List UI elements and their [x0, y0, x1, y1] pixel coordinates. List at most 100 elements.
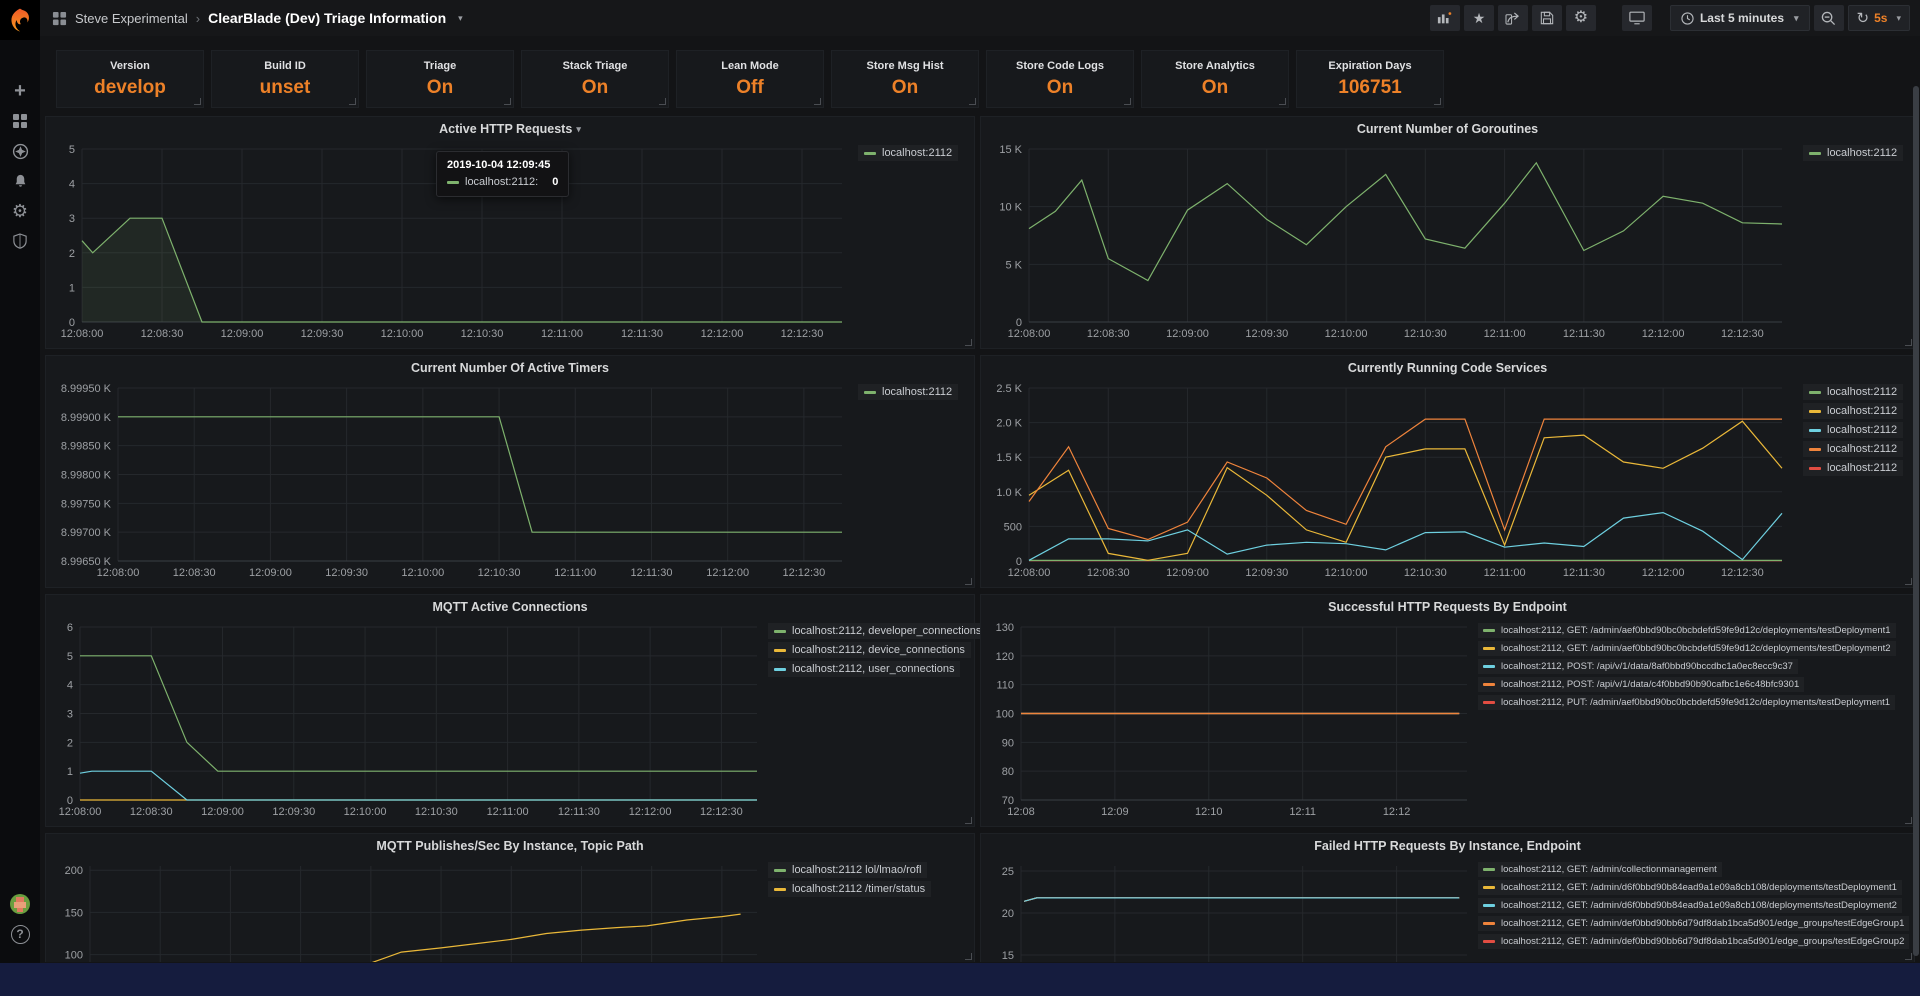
stat-value: Off	[677, 77, 823, 99]
legend-item[interactable]: localhost:2112	[1803, 384, 1903, 400]
chart-legend: localhost:2112	[858, 141, 968, 346]
panel-title[interactable]: MQTT Active Connections	[46, 595, 974, 619]
alerting-bell-icon[interactable]	[0, 166, 40, 196]
svg-text:12:12:30: 12:12:30	[781, 328, 824, 340]
time-range-picker[interactable]: Last 5 minutes ▾	[1670, 5, 1810, 31]
chart-goroutines[interactable]: 12:08:0012:08:3012:09:0012:09:3012:10:00…	[987, 141, 1792, 346]
save-button[interactable]	[1532, 5, 1562, 31]
panel-menu-caret-icon[interactable]: ▾	[576, 124, 581, 135]
legend-item[interactable]: localhost:2112, GET: /admin/def0bbd90bb6…	[1478, 934, 1909, 949]
legend-item[interactable]: localhost:2112	[1803, 422, 1903, 438]
chart-successful-http[interactable]: 12:0812:0912:1012:1112:12708090100110120…	[987, 619, 1477, 824]
legend-item[interactable]: localhost:2112	[1803, 403, 1903, 419]
svg-text:0: 0	[1016, 317, 1022, 329]
legend-item[interactable]: localhost:2112, GET: /admin/aef0bbd90bc0…	[1478, 623, 1896, 638]
panel-title[interactable]: Active HTTP Requests▾	[46, 117, 974, 141]
svg-text:110: 110	[996, 680, 1014, 692]
refresh-picker[interactable]: ↻ 5s ▾	[1848, 5, 1910, 31]
svg-text:25: 25	[1002, 866, 1014, 878]
add-panel-button[interactable]	[1430, 5, 1460, 31]
panel-title[interactable]: Current Number Of Active Timers	[46, 356, 974, 380]
zoom-out-button[interactable]	[1814, 5, 1844, 31]
refresh-caret-icon: ▾	[1896, 13, 1901, 24]
refresh-interval-label: 5s	[1874, 11, 1887, 25]
legend-item[interactable]: localhost:2112, user_connections	[768, 661, 960, 677]
legend-item[interactable]: localhost:2112, POST: /api/v/1/data/8af0…	[1478, 659, 1798, 674]
legend-item[interactable]: localhost:2112	[1803, 145, 1903, 161]
chart-failed-http[interactable]: 152025	[987, 858, 1477, 962]
stat-panel-build-id[interactable]: Build IDunset	[211, 50, 359, 108]
legend-item[interactable]: localhost:2112, PUT: /admin/aef0bbd90bc0…	[1478, 695, 1895, 710]
stat-panel-expiration-days[interactable]: Expiration Days106751	[1296, 50, 1444, 108]
series-name: localhost:2112, user_connections	[792, 663, 954, 675]
stat-panel-lean-mode[interactable]: Lean ModeOff	[676, 50, 824, 108]
legend-item[interactable]: localhost:2112, POST: /api/v/1/data/c4f0…	[1478, 677, 1804, 692]
svg-text:0: 0	[1016, 556, 1022, 568]
legend-item[interactable]: localhost:2112 /timer/status	[768, 881, 931, 897]
series-color-dash	[774, 888, 786, 891]
stat-label: Version	[57, 60, 203, 72]
stat-panel-store-analytics[interactable]: Store AnalyticsOn	[1141, 50, 1289, 108]
svg-text:12:12:00: 12:12:00	[1642, 567, 1685, 579]
svg-text:12:11:30: 12:11:30	[558, 806, 600, 818]
series-color-dash	[774, 630, 786, 633]
title-caret-icon[interactable]: ▾	[458, 13, 463, 24]
settings-gear-button[interactable]: ⚙	[1566, 5, 1596, 31]
legend-item[interactable]: localhost:2112	[858, 145, 958, 161]
chart-active-timers[interactable]: 12:08:0012:08:3012:09:0012:09:3012:10:00…	[52, 380, 852, 585]
server-admin-shield-icon[interactable]	[0, 226, 40, 256]
stat-value: On	[832, 77, 978, 99]
vertical-scrollbar[interactable]	[1913, 86, 1919, 956]
legend-item[interactable]: localhost:2112, device_connections	[768, 642, 971, 658]
share-button[interactable]	[1498, 5, 1528, 31]
stat-panel-version[interactable]: Versiondevelop	[56, 50, 204, 108]
panel-title[interactable]: Currently Running Code Services	[981, 356, 1914, 380]
svg-text:90: 90	[1002, 737, 1014, 749]
grafana-logo-icon[interactable]	[0, 0, 40, 40]
series-name: localhost:2112, PUT: /admin/aef0bbd90bc0…	[1501, 697, 1890, 708]
legend-item[interactable]: localhost:2112	[1803, 460, 1903, 476]
star-button[interactable]: ★	[1464, 5, 1494, 31]
explore-compass-icon[interactable]	[0, 136, 40, 166]
stat-panel-store-code-logs[interactable]: Store Code LogsOn	[986, 50, 1134, 108]
series-color-dash	[1483, 868, 1495, 871]
svg-text:4: 4	[67, 680, 73, 692]
svg-text:8.99750 K: 8.99750 K	[61, 498, 112, 510]
configuration-gear-icon[interactable]: ⚙	[0, 196, 40, 226]
dashboards-icon[interactable]	[0, 106, 40, 136]
stat-panel-store-msg-hist[interactable]: Store Msg HistOn	[831, 50, 979, 108]
chart-code-services[interactable]: 12:08:0012:08:3012:09:0012:09:3012:10:00…	[987, 380, 1792, 585]
legend-item[interactable]: localhost:2112	[858, 384, 958, 400]
help-icon[interactable]: ?	[0, 919, 40, 949]
panel-title[interactable]: Current Number of Goroutines	[981, 117, 1914, 141]
chart-mqtt-connections[interactable]: 12:08:0012:08:3012:09:0012:09:3012:10:00…	[52, 619, 767, 824]
panel-title[interactable]: MQTT Publishes/Sec By Instance, Topic Pa…	[46, 834, 974, 858]
legend-item[interactable]: localhost:2112, GET: /admin/aef0bbd90bc0…	[1478, 641, 1896, 656]
breadcrumb-folder[interactable]: Steve Experimental	[75, 11, 188, 26]
legend-item[interactable]: localhost:2112, GET: /admin/d6f0bbd90b84…	[1478, 880, 1902, 895]
svg-text:5: 5	[69, 144, 75, 156]
legend-item[interactable]: localhost:2112 lol/lmao/rofl	[768, 862, 927, 878]
tv-kiosk-button[interactable]	[1622, 5, 1652, 31]
stat-panel-stack-triage[interactable]: Stack TriageOn	[521, 50, 669, 108]
svg-text:0: 0	[69, 317, 75, 329]
svg-text:12:08:30: 12:08:30	[141, 328, 184, 340]
dashboard-title[interactable]: ClearBlade (Dev) Triage Information	[208, 10, 446, 26]
legend-item[interactable]: localhost:2112	[1803, 441, 1903, 457]
stat-panel-triage[interactable]: TriageOn	[366, 50, 514, 108]
svg-text:2.5 K: 2.5 K	[996, 383, 1022, 395]
series-name: localhost:2112, POST: /api/v/1/data/8af0…	[1501, 661, 1793, 672]
user-avatar[interactable]	[0, 889, 40, 919]
svg-text:12:08:00: 12:08:00	[97, 567, 140, 579]
add-icon[interactable]: +	[0, 76, 40, 106]
chart-mqtt-publishes[interactable]: 100150200	[52, 858, 767, 962]
panel-title[interactable]: Successful HTTP Requests By Endpoint	[981, 595, 1914, 619]
legend-item[interactable]: localhost:2112, GET: /admin/collectionma…	[1478, 862, 1722, 877]
svg-text:20: 20	[1002, 908, 1014, 920]
panel-code-services: Currently Running Code Services 12:08:00…	[980, 355, 1915, 588]
panel-title[interactable]: Failed HTTP Requests By Instance, Endpoi…	[981, 834, 1914, 858]
legend-item[interactable]: localhost:2112, GET: /admin/def0bbd90bb6…	[1478, 916, 1909, 931]
legend-item[interactable]: localhost:2112, developer_connections	[768, 623, 987, 639]
legend-item[interactable]: localhost:2112, GET: /admin/d6f0bbd90b84…	[1478, 898, 1902, 913]
svg-text:1.0 K: 1.0 K	[996, 487, 1022, 499]
